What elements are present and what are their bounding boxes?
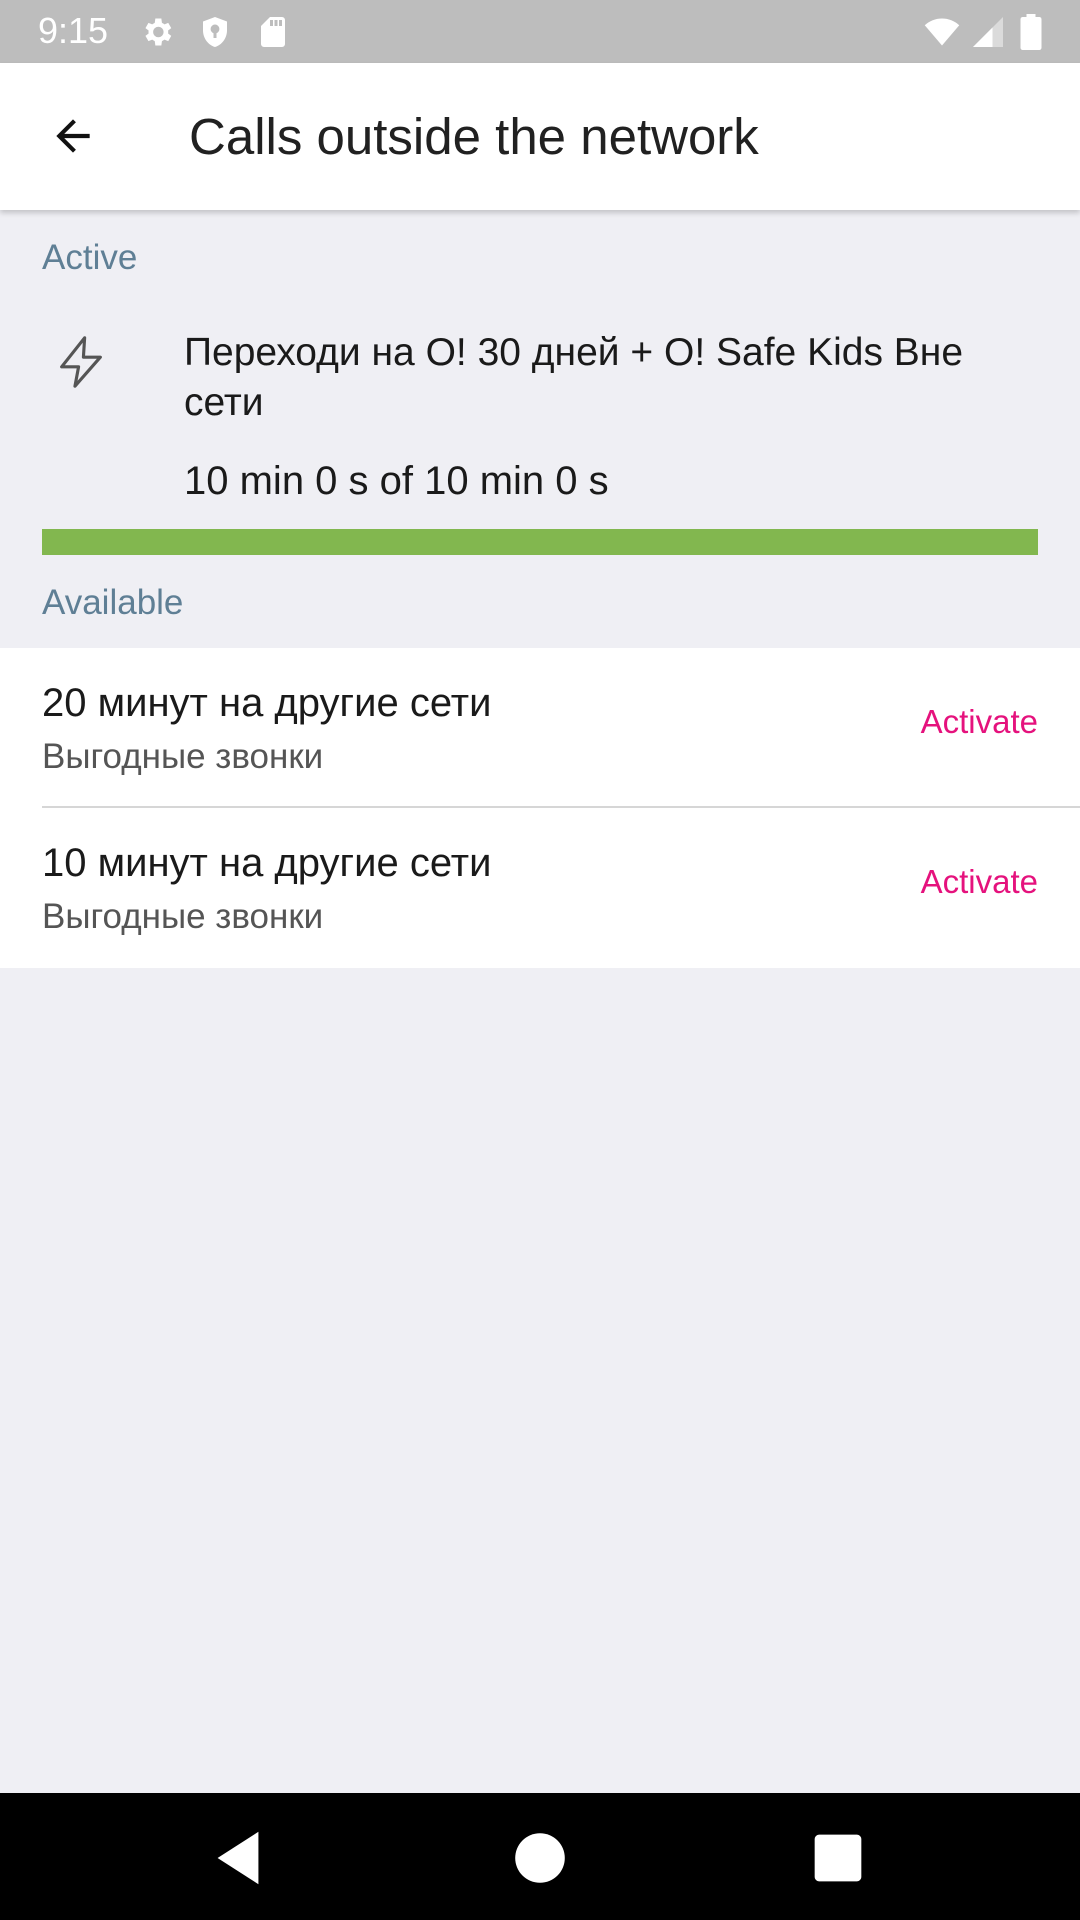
status-time: 9:15: [38, 10, 109, 51]
nav-recents-icon[interactable]: [803, 1823, 873, 1893]
offer-title: 10 минут на другие сети: [42, 841, 492, 885]
system-nav-bar: [0, 1793, 1080, 1920]
back-button[interactable]: [28, 91, 118, 181]
arrow-back-icon: [56, 119, 90, 153]
activate-button[interactable]: Activate: [921, 700, 1038, 744]
lightning-bolt-icon: [60, 336, 102, 388]
usage-progress-bar: [42, 529, 1038, 555]
battery-icon: [1020, 14, 1042, 50]
section-header-active: Active: [42, 238, 138, 277]
active-plan-usage: 10 min 0 s of 10 min 0 s: [184, 459, 609, 503]
offer-item[interactable]: 10 минут на другие сети Выгодные звонки …: [0, 808, 1080, 968]
section-header-available: Available: [42, 583, 184, 622]
nav-home-icon[interactable]: [505, 1823, 575, 1893]
offer-subtitle: Выгодные звонки: [42, 737, 324, 776]
signal-icon: [973, 17, 1003, 47]
app-bar: Calls outside the network: [0, 63, 1080, 210]
nav-back-icon[interactable]: [203, 1823, 273, 1893]
offer-title: 20 минут на другие сети: [42, 681, 492, 725]
sd-card-icon: [261, 17, 285, 47]
gear-icon: [145, 18, 172, 46]
offer-subtitle: Выгодные звонки: [42, 897, 324, 936]
shield-icon: [203, 17, 227, 47]
activate-button[interactable]: Activate: [921, 860, 1038, 904]
usage-progress-fill: [42, 529, 1038, 555]
page-title: Calls outside the network: [189, 108, 759, 165]
active-plan-title: Переходи на О! 30 дней + O! Safe Kids Вн…: [184, 331, 964, 424]
offer-list: 20 минут на другие сети Выгодные звонки …: [0, 648, 1080, 968]
offer-item[interactable]: 20 минут на другие сети Выгодные звонки …: [0, 648, 1080, 808]
status-bar: 9:15: [0, 0, 1080, 63]
wifi-icon: [924, 18, 960, 46]
